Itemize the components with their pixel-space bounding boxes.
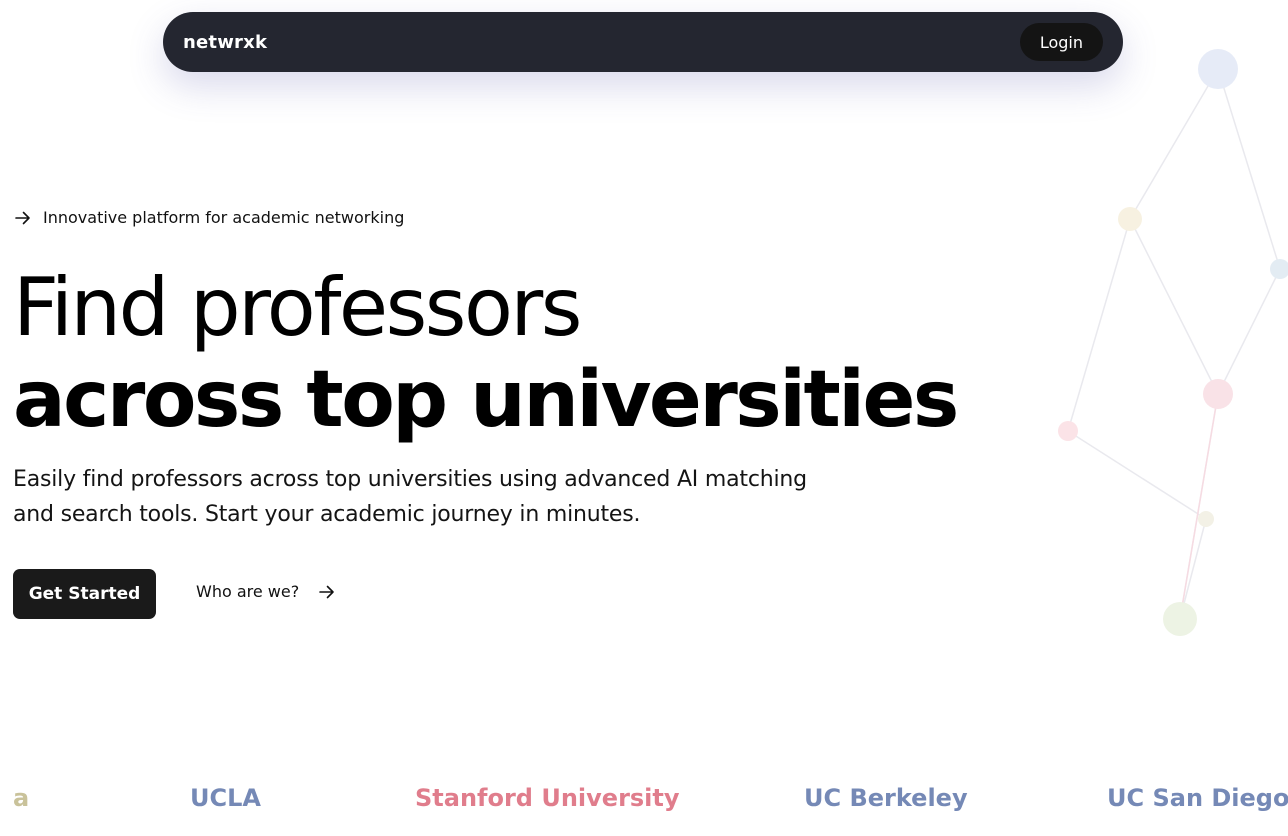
university-name: UCLA [190,784,261,812]
hero-title-line2: across top universities [13,355,959,445]
top-navbar: netwrxk Login [163,12,1123,72]
network-node [1118,207,1142,231]
arrow-right-icon [319,585,335,598]
hero-description: Easily find professors across top univer… [13,467,807,527]
tagline-text: Innovative platform for academic network… [43,208,405,227]
network-node [1163,602,1197,636]
who-are-we-label: Who are we? [196,582,300,601]
university-marquee: a UCLA Stanford University UC Berkeley U… [0,780,1288,820]
network-node [1198,49,1238,89]
who-are-we-link[interactable]: Who are we? [196,582,335,601]
network-node [1270,259,1288,279]
network-node [1058,421,1078,441]
landing-page: netwrxk Login Innovative platform for ac… [0,0,1288,836]
get-started-button[interactable]: Get Started [13,569,156,619]
university-name: UC Berkeley [804,784,968,812]
university-name: UC San Diego [1107,784,1288,812]
logo[interactable]: netwrxk [183,32,267,53]
network-node [1203,379,1233,409]
arrow-right-icon [15,211,30,224]
network-graph-decoration [1058,49,1288,636]
network-node [1198,511,1214,527]
hero-title-line1: Find professors [13,261,582,354]
university-name: Stanford University [415,784,680,812]
tagline: Innovative platform for academic network… [15,208,404,227]
login-button[interactable]: Login [1019,23,1103,61]
university-name: a [13,784,30,812]
